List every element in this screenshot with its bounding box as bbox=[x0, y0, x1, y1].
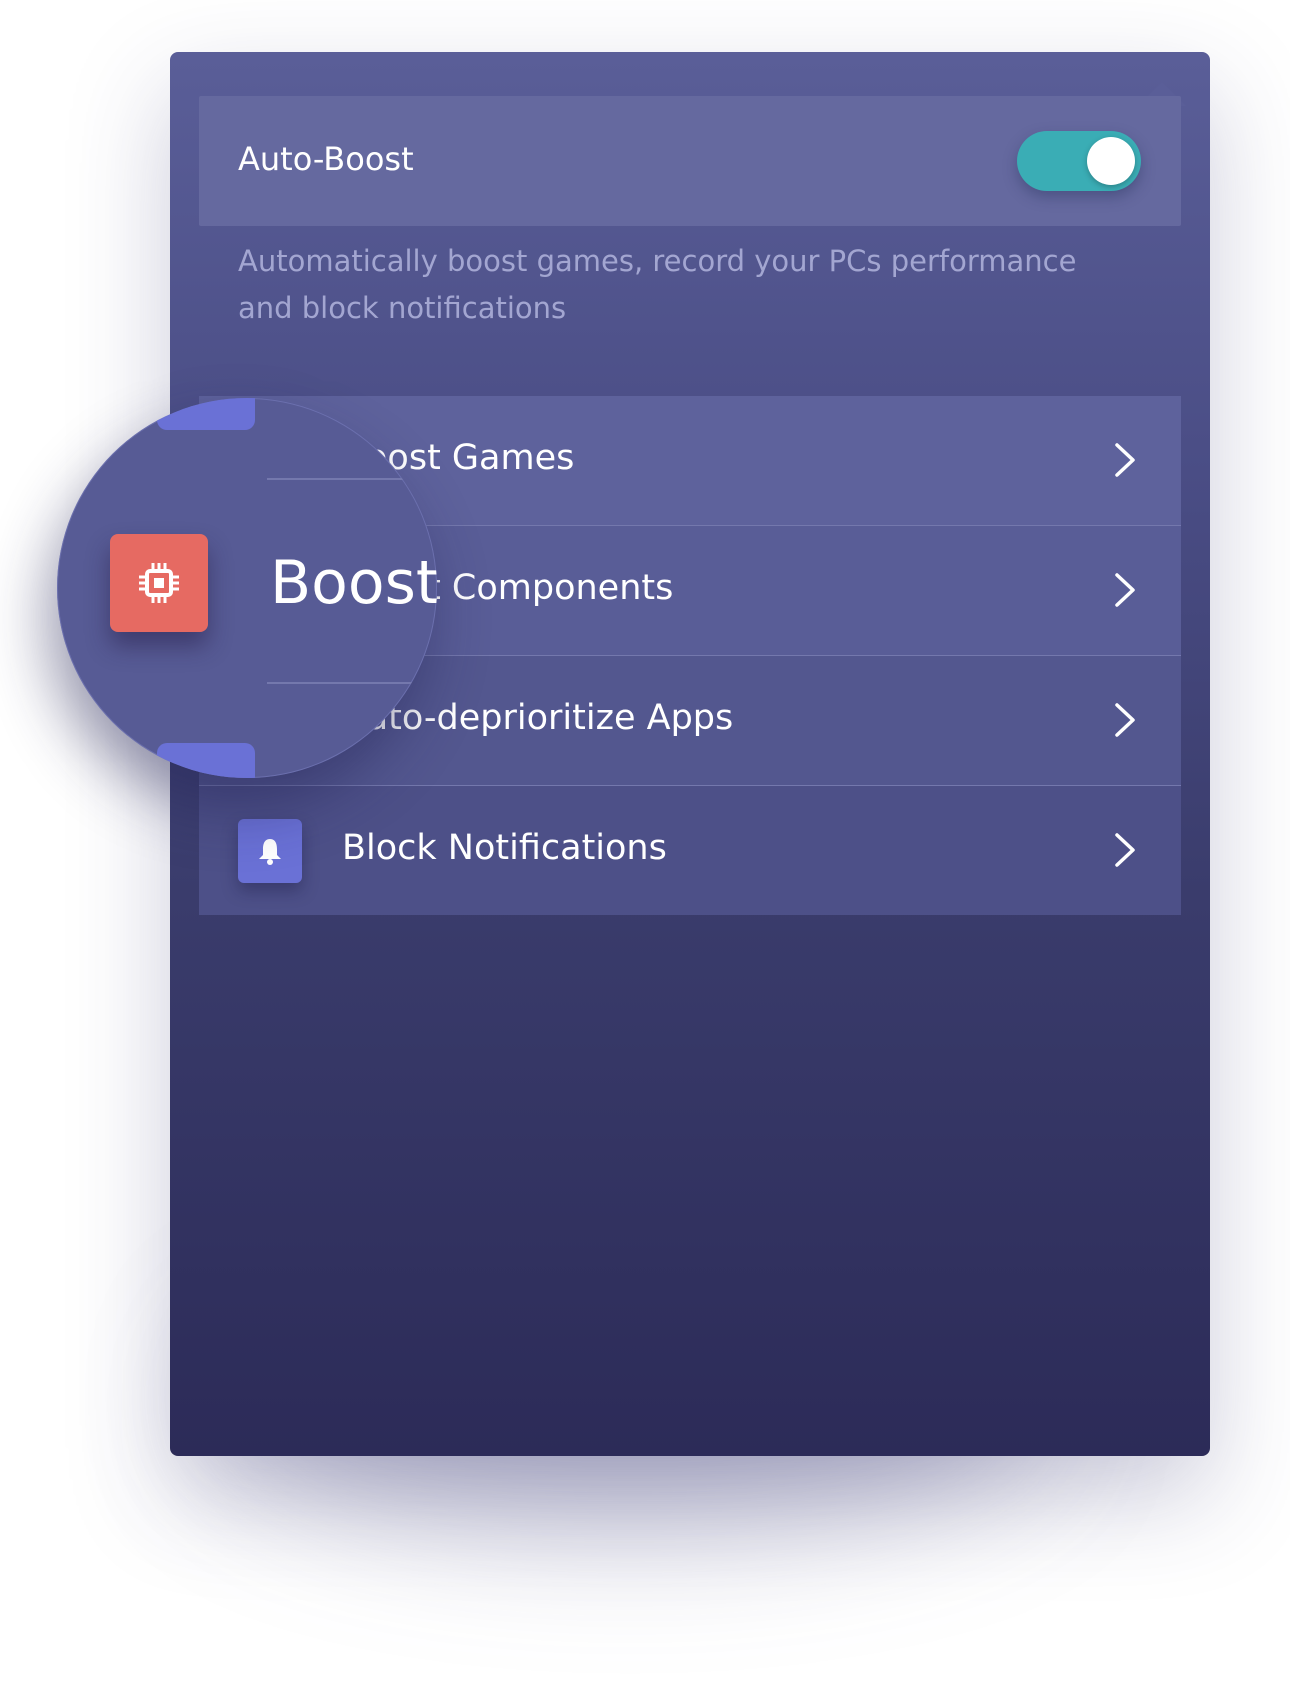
magnified-icon-top bbox=[157, 398, 255, 430]
magnified-icon-bottom bbox=[157, 743, 255, 778]
magnified-divider bbox=[267, 682, 437, 684]
auto-boost-description: Automatically boost games, record your P… bbox=[238, 244, 1077, 325]
chevron-right-icon bbox=[1115, 443, 1135, 477]
magnifier-lens: Boost bbox=[57, 398, 437, 778]
auto-boost-toggle[interactable] bbox=[1017, 131, 1141, 191]
toggle-knob bbox=[1087, 137, 1135, 185]
menu-item-label: Block Notifications bbox=[342, 828, 667, 868]
magnified-label: Boost bbox=[270, 548, 437, 618]
chevron-right-icon bbox=[1115, 833, 1135, 867]
auto-boost-row: Auto-Boost bbox=[199, 96, 1181, 226]
chevron-right-icon bbox=[1115, 703, 1135, 737]
magnified-divider bbox=[267, 478, 437, 480]
chevron-right-icon bbox=[1115, 573, 1135, 607]
menu-item-label: Auto-deprioritize Apps bbox=[342, 698, 734, 738]
cpu-chip-icon bbox=[110, 534, 208, 632]
menu-item-block-notifications[interactable]: Block Notifications bbox=[199, 786, 1181, 915]
auto-boost-label: Auto-Boost bbox=[238, 140, 414, 178]
bell-icon bbox=[238, 819, 302, 883]
